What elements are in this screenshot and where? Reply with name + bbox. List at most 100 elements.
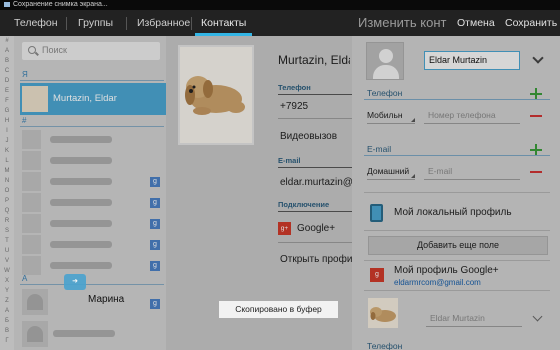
name-field[interactable]: Eldar Murtazin (424, 51, 520, 70)
row-divider (278, 118, 352, 119)
alphabet-letter[interactable]: V (0, 256, 14, 266)
alphabet-letter[interactable]: B (0, 56, 14, 66)
contact-row-selected[interactable]: Murtazin, Eldar (20, 83, 166, 115)
status-bar: Сохранение снимка экрана... (0, 0, 560, 10)
cancel-button[interactable]: Отмена (457, 10, 495, 36)
edit-contact-title: Изменить конт (358, 15, 447, 30)
alphabet-letter[interactable]: A (0, 46, 14, 56)
phone-section-header: Телефон (278, 83, 356, 95)
row-divider (278, 242, 352, 243)
edit-contact-panel: Eldar Murtazin Телефон Мобильн Номер тел… (352, 36, 560, 350)
tab-favorites[interactable]: Избранное (137, 10, 190, 36)
alphabet-letter[interactable]: K (0, 146, 14, 156)
alphabet-letter[interactable]: В (0, 326, 14, 336)
contact-row[interactable]: g (20, 255, 166, 276)
alphabet-letter[interactable]: P (0, 196, 14, 206)
person-icon (379, 49, 393, 63)
phone-type-spinner[interactable]: Мобильн (367, 107, 415, 124)
alphabet-letter[interactable]: X (0, 276, 14, 286)
phone-number[interactable]: +7925 (280, 101, 352, 112)
contact-row[interactable] (20, 150, 166, 171)
phone-section-label: Телефон (367, 341, 403, 350)
alphabet-letter[interactable]: W (0, 266, 14, 276)
alphabet-letter[interactable]: Q (0, 206, 14, 216)
tab-contacts[interactable]: Контакты (194, 10, 253, 36)
alphabet-letter[interactable]: F (0, 96, 14, 106)
tab-phone[interactable]: Телефон (14, 10, 58, 36)
alphabet-letter[interactable]: I (0, 126, 14, 136)
gplus-badge: g (150, 177, 160, 187)
alphabet-letter[interactable]: L (0, 156, 14, 166)
gplus-name-field[interactable]: Eldar Murtazin (426, 310, 522, 327)
alphabet-letter[interactable]: J (0, 136, 14, 146)
chevron-down-icon[interactable] (532, 311, 543, 322)
tab-groups[interactable]: Группы (78, 10, 113, 36)
contact-row[interactable] (20, 318, 166, 350)
contact-row[interactable]: g (20, 192, 166, 213)
contact-avatar (22, 256, 41, 275)
contact-row[interactable]: g (20, 171, 166, 192)
section-header-hash: # (22, 116, 27, 125)
email-address[interactable]: eldar.murtazin@ (280, 177, 352, 188)
search-input[interactable]: Поиск (22, 42, 160, 60)
phone-section-label: Телефон (367, 88, 403, 98)
gplus-email: eldarmrcom@gmail.com (394, 278, 481, 287)
contact-row[interactable]: g (20, 234, 166, 255)
alphabet-letter[interactable]: А (0, 306, 14, 316)
contact-avatar (22, 193, 41, 212)
alphabet-letter[interactable]: U (0, 246, 14, 256)
section-divider (364, 155, 550, 156)
gplus-icon: g (370, 268, 384, 282)
alphabet-letter[interactable]: T (0, 236, 14, 246)
email-field[interactable]: E-mail (424, 163, 520, 180)
section-divider (20, 126, 164, 127)
alphabet-letter[interactable]: Z (0, 296, 14, 306)
contact-avatar (22, 235, 41, 254)
alphabet-letter[interactable]: N (0, 176, 14, 186)
tab-divider (191, 17, 192, 30)
email-section-header: E-mail (278, 156, 356, 168)
alphabet-letter[interactable]: M (0, 166, 14, 176)
alphabet-letter[interactable]: Г (0, 336, 14, 346)
blurred-name (50, 220, 112, 227)
blurred-name (53, 330, 115, 337)
toast-message: Скопировано в буфер (219, 301, 338, 318)
alphabet-letter[interactable]: # (0, 36, 14, 46)
add-field-button[interactable]: Добавить еще поле (368, 236, 548, 255)
alphabet-letter[interactable]: S (0, 226, 14, 236)
alphabet-letter[interactable]: D (0, 76, 14, 86)
contact-photo-picker[interactable] (366, 42, 404, 80)
alphabet-letter[interactable]: E (0, 86, 14, 96)
gplus-profile-photo (368, 298, 398, 328)
alphabet-letter[interactable]: G (0, 106, 14, 116)
alphabet-letter[interactable]: O (0, 186, 14, 196)
section-divider (20, 284, 164, 285)
phone-device-icon (370, 204, 383, 222)
alphabet-index[interactable]: # A B C D E F G H I J K L M N O P Q R S T U V W X Y Z А Б В Г (0, 36, 14, 350)
open-profile-link[interactable]: Открыть профи (280, 254, 352, 265)
section-divider (364, 290, 550, 291)
alphabet-letter[interactable]: Y (0, 286, 14, 296)
gplus-profile-label[interactable]: Мой профиль Google+ (394, 265, 499, 276)
remove-phone-icon[interactable] (530, 115, 542, 117)
phone-number-field[interactable]: Номер телефона (424, 107, 520, 124)
dog-thumbnail (370, 307, 396, 322)
contact-name-marina[interactable]: Марина (88, 294, 124, 305)
video-call-link[interactable]: Видеовызов (280, 131, 352, 142)
alphabet-letter[interactable]: H (0, 116, 14, 126)
chevron-down-icon[interactable] (532, 52, 544, 64)
contact-row[interactable] (20, 129, 166, 150)
person-body (373, 65, 399, 79)
alphabet-letter[interactable]: C (0, 66, 14, 76)
local-profile-label[interactable]: Мой локальный профиль (394, 207, 512, 218)
gplus-connection[interactable]: Google+ (297, 223, 353, 234)
contact-row[interactable]: g (20, 213, 166, 234)
alphabet-letter[interactable]: R (0, 216, 14, 226)
gplus-badge: g (150, 261, 160, 271)
gplus-badge: g (150, 198, 160, 208)
remove-email-icon[interactable] (530, 171, 542, 173)
contact-avatar (22, 151, 41, 170)
alphabet-letter[interactable]: Б (0, 316, 14, 326)
save-button[interactable]: Сохранить (505, 10, 557, 36)
email-type-spinner[interactable]: Домашний (367, 163, 415, 180)
